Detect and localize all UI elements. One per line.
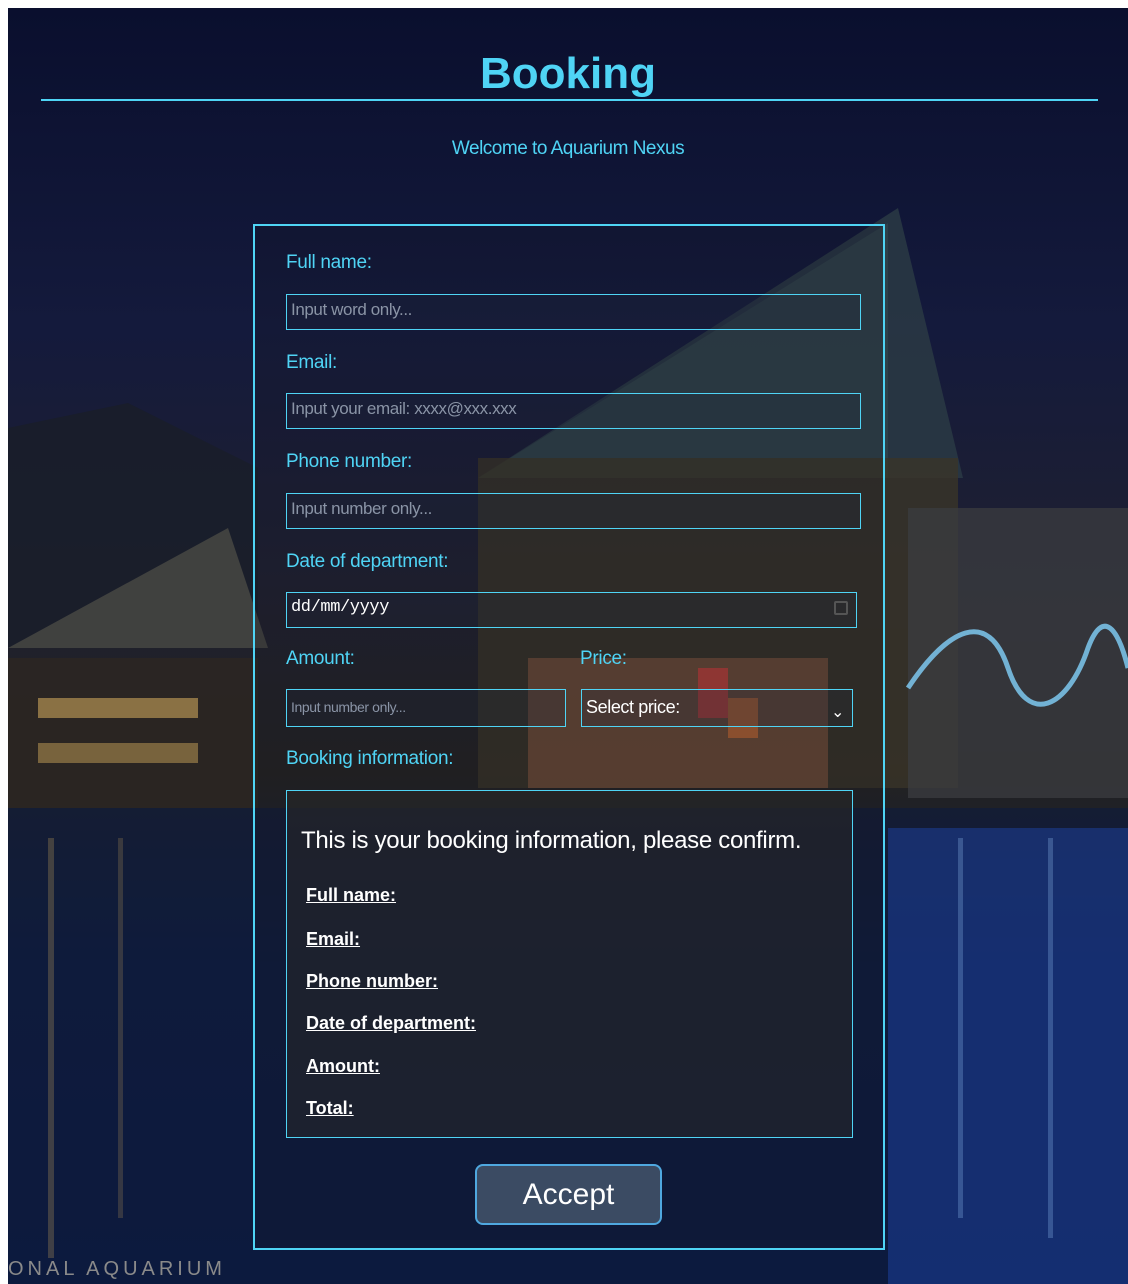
- accept-button[interactable]: Accept: [475, 1164, 662, 1225]
- welcome-text: Welcome to Aquarium Nexus: [451, 138, 685, 159]
- photo-watermark: ONAL AQUARIUM: [8, 1258, 226, 1280]
- amount-label: Amount:: [286, 648, 355, 669]
- email-input[interactable]: Input your email: xxxx@xxx.xxx: [286, 393, 861, 429]
- price-select[interactable]: Select price: ⌄: [581, 689, 853, 727]
- page-background: Booking Welcome to Aquarium Nexus Full n…: [8, 8, 1128, 1284]
- info-email: Email:: [306, 929, 361, 949]
- full-name-input[interactable]: Input word only...: [286, 294, 861, 330]
- email-label: Email:: [286, 352, 337, 373]
- full-name-label: Full name:: [286, 252, 372, 273]
- phone-input[interactable]: Input number only...: [286, 493, 861, 529]
- price-selected-value: Select price:: [586, 697, 680, 717]
- title-divider: [41, 99, 1098, 101]
- phone-placeholder: Input number only...: [291, 499, 432, 518]
- info-date: Date of department:: [306, 1013, 477, 1033]
- info-full-name: Full name:: [306, 885, 397, 905]
- page-title: Booking: [480, 49, 656, 98]
- date-value: dd/mm/yyyy: [291, 598, 390, 617]
- amount-input[interactable]: Input number only...: [286, 689, 566, 727]
- phone-label: Phone number:: [286, 451, 413, 472]
- date-label: Date of department:: [286, 551, 449, 572]
- amount-placeholder: Input number only...: [291, 699, 406, 715]
- info-phone: Phone number:: [306, 971, 439, 991]
- info-total: Total:: [306, 1098, 354, 1118]
- email-placeholder: Input your email: xxxx@xxx.xxx: [291, 399, 517, 418]
- chevron-down-icon: ⌄: [830, 702, 844, 721]
- date-input[interactable]: dd/mm/yyyy: [286, 592, 857, 628]
- booking-info-heading: This is your booking information, please…: [301, 827, 802, 854]
- booking-info-label: Booking information:: [286, 748, 454, 769]
- booking-info-panel: This is your booking information, please…: [286, 790, 853, 1138]
- full-name-placeholder: Input word only...: [291, 300, 412, 319]
- info-amount: Amount:: [306, 1056, 380, 1076]
- price-label: Price:: [580, 648, 627, 669]
- calendar-icon[interactable]: [834, 601, 848, 615]
